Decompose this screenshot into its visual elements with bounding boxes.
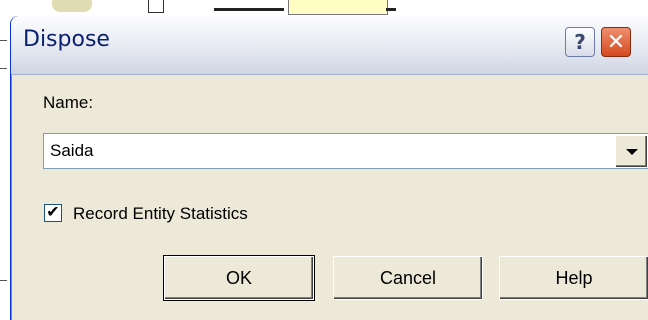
- record-entity-statistics-checkbox[interactable]: ✔: [44, 204, 62, 222]
- background-fragment: [214, 8, 284, 11]
- background-fragment: [0, 40, 7, 41]
- close-icon[interactable]: ✕: [601, 27, 631, 57]
- dispose-dialog: Dispose ? ✕ Name: Saida ✔ Record Entity …: [10, 16, 648, 320]
- chevron-down-icon: [625, 148, 638, 155]
- question-mark-icon[interactable]: ?: [565, 27, 595, 57]
- cancel-button[interactable]: Cancel: [333, 256, 483, 300]
- background-fragment: [148, 0, 164, 13]
- name-label: Name:: [43, 93, 94, 112]
- ok-button[interactable]: OK: [163, 255, 315, 301]
- background-fragment: [0, 68, 7, 69]
- background-fragment: [288, 0, 388, 15]
- name-value[interactable]: Saida: [50, 141, 93, 161]
- close-glyph: ✕: [606, 29, 626, 55]
- title-bar[interactable]: Dispose ? ✕: [11, 16, 648, 75]
- background-fragment: [0, 280, 7, 281]
- dropdown-button[interactable]: [615, 135, 647, 167]
- name-combobox[interactable]: Saida: [43, 133, 648, 169]
- background-fragment: [386, 8, 396, 11]
- checkmark-icon: ✔: [46, 204, 60, 221]
- background-fragment: [52, 0, 92, 12]
- screen: Dispose ? ✕ Name: Saida ✔ Record Entity …: [0, 0, 648, 320]
- help-glyph: ?: [574, 30, 586, 54]
- help-button[interactable]: Help: [499, 256, 648, 300]
- dialog-title: Dispose: [23, 27, 110, 52]
- record-entity-statistics-label[interactable]: Record Entity Statistics: [73, 204, 248, 224]
